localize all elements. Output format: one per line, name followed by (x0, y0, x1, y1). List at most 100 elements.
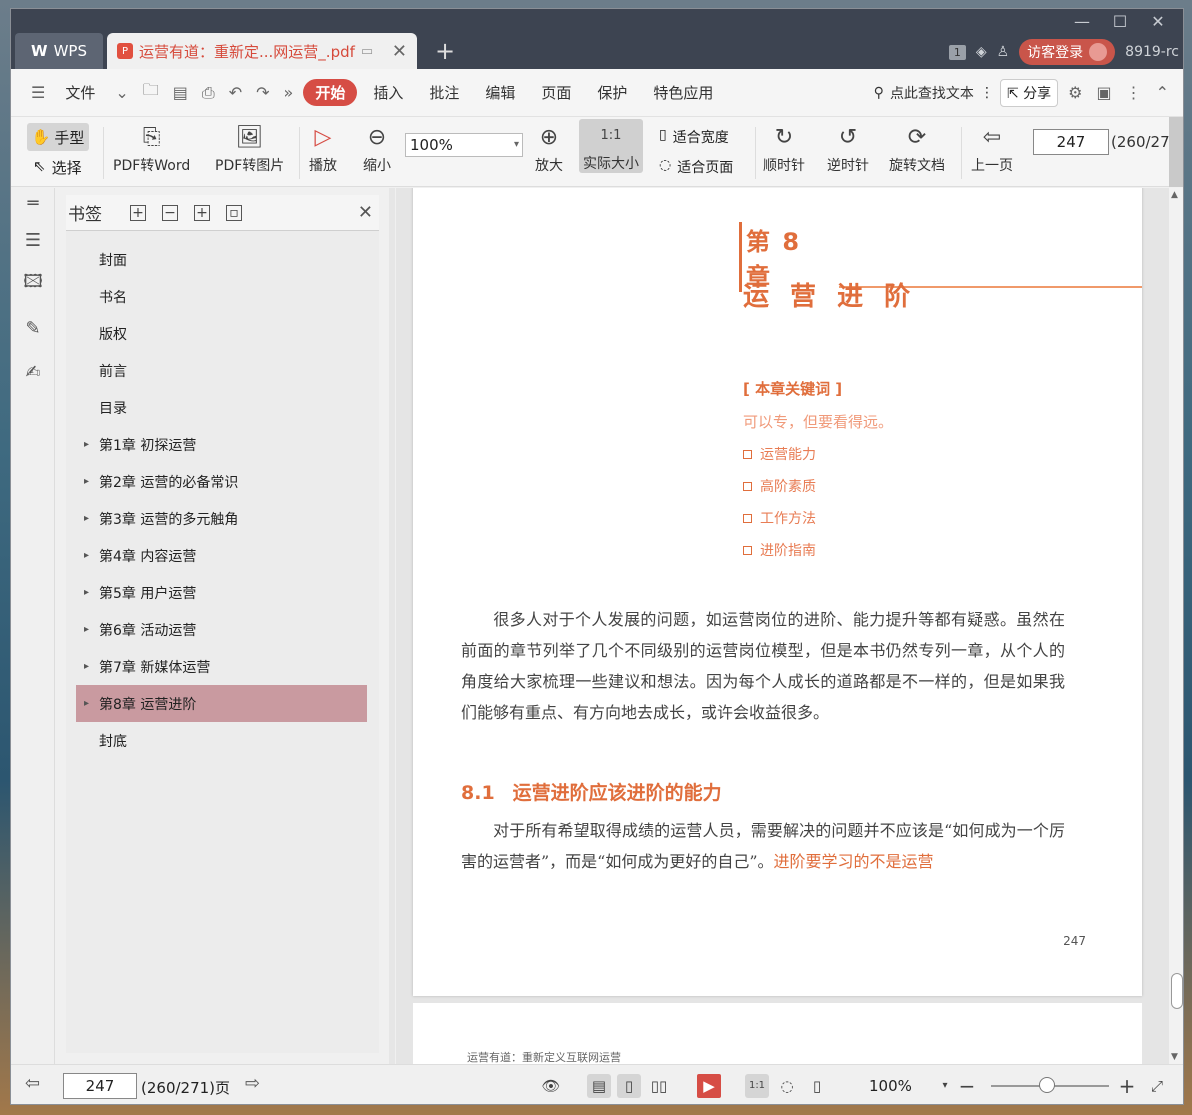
bookmark-item[interactable]: 第3章 运营的多元触角 (76, 500, 367, 537)
zoom-in-button[interactable]: ⊕ 放大 (535, 121, 563, 175)
separator (299, 127, 300, 179)
document-tab[interactable]: P 运营有道：重新定...网运营_.pdf ▭ ✕ (107, 33, 417, 69)
page-number-input[interactable]: 247 (1033, 129, 1109, 155)
new-tab-button[interactable]: + (435, 37, 455, 65)
add-bookmark-icon[interactable]: + (194, 204, 210, 221)
collapse-handle-icon[interactable]: ═ (11, 188, 55, 218)
zoom-in-icon[interactable]: + (1115, 1074, 1139, 1098)
hamburger-icon[interactable]: ☰ (27, 83, 49, 102)
close-window-icon[interactable]: ✕ (1139, 11, 1177, 33)
chevron-down-icon[interactable]: ⌄ (111, 83, 132, 102)
skin-icon[interactable]: ♙ (997, 44, 1010, 60)
theme-icon[interactable]: ◈ (976, 44, 987, 60)
rotate-document-button[interactable]: ⟳ 旋转文档 (889, 121, 945, 175)
pdf-to-image-button[interactable]: 🖼 PDF转图片 (215, 121, 284, 175)
menu-file[interactable]: 文件 (55, 82, 105, 103)
menu-annotate[interactable]: 批注 (419, 82, 469, 103)
scroll-thumb[interactable] (1171, 973, 1183, 1009)
fit-page-icon[interactable]: ◌ (775, 1074, 799, 1098)
arrow-right-icon[interactable]: ⇨ (245, 1073, 260, 1094)
annotation-icon[interactable]: ✎ (11, 306, 55, 350)
select-tool-button[interactable]: ⇖ 选择 (33, 157, 82, 178)
fullscreen-icon[interactable]: ⤢ (1145, 1074, 1169, 1098)
bookmark-item[interactable]: 目录 (76, 389, 367, 426)
menu-insert[interactable]: 插入 (363, 82, 413, 103)
undo-icon[interactable]: ↶ (225, 83, 246, 102)
comment-icon[interactable]: ▣ (1092, 83, 1115, 102)
collapse-all-icon[interactable]: − (162, 204, 178, 221)
zoom-slider-knob[interactable] (1039, 1077, 1055, 1093)
menu-start[interactable]: 开始 (303, 79, 358, 106)
rotate-clockwise-button[interactable]: ↻ 顺时针 (763, 121, 805, 175)
minimize-icon[interactable]: — (1063, 11, 1101, 33)
pdf-to-word-button[interactable]: ⎘ PDF转Word (113, 121, 190, 175)
document-scrollbar[interactable]: ▲ ▼ (1169, 188, 1183, 1064)
bookmark-item[interactable]: 第5章 用户运营 (76, 574, 367, 611)
monitor-icon[interactable]: ▭ (361, 44, 373, 59)
bookmark-icon[interactable]: ▫ (226, 204, 242, 221)
panel-divider[interactable] (389, 188, 395, 1064)
rotate-counterclockwise-button[interactable]: ↺ 逆时针 (827, 121, 869, 175)
open-folder-icon[interactable]: 🗀 (139, 79, 163, 106)
close-tab-icon[interactable]: ✕ (392, 41, 407, 62)
wps-home-tab[interactable]: W WPS (15, 33, 103, 69)
bookmark-item[interactable]: 第6章 活动运营 (76, 611, 367, 648)
menu-features[interactable]: 特色应用 (643, 82, 723, 103)
window-count-badge[interactable]: 1 (948, 44, 966, 60)
login-button[interactable]: 访客登录 (1019, 39, 1116, 65)
sign-icon[interactable]: ✍ (11, 350, 55, 394)
share-button[interactable]: ⇱ 分享 (999, 78, 1059, 107)
scroll-down-icon[interactable]: ▼ (1171, 1052, 1178, 1062)
bookmark-item[interactable]: 封面 (76, 241, 367, 278)
zoom-dropdown-icon[interactable]: ▾ (933, 1074, 957, 1098)
print-icon[interactable]: ⎙ (198, 83, 219, 103)
save-icon[interactable]: ▤ (169, 83, 192, 102)
eye-icon[interactable]: 👁 (539, 1074, 563, 1098)
zoom-select[interactable]: 100% (405, 133, 523, 157)
collapse-ribbon-icon[interactable]: ⌃ (1152, 83, 1173, 102)
close-panel-icon[interactable]: ✕ (358, 202, 373, 223)
previous-page-button[interactable]: ⇦ 上一页 (971, 121, 1013, 175)
bookmark-item-selected[interactable]: 第8章 运营进阶 (76, 685, 367, 722)
bookmark-item[interactable]: 封底 (76, 722, 367, 759)
maximize-icon[interactable]: ☐ (1101, 11, 1139, 33)
expand-all-icon[interactable]: + (130, 204, 146, 221)
document-view[interactable]: 第 8 章 运 营 进 阶 [ 本章关键词 ] 可以专，但要看得远。 运营能力 … (396, 188, 1171, 1064)
find-text-button[interactable]: ⚲ 点此查找文本 ⋮ (874, 83, 994, 103)
fit-width-button[interactable]: ▯ 适合宽度 (659, 127, 729, 147)
gear-icon[interactable]: ⚙ (1064, 83, 1086, 102)
bookmark-item[interactable]: 书名 (76, 278, 367, 315)
toolbar-scroll-right[interactable] (1169, 117, 1183, 187)
status-page-input[interactable]: 247 (63, 1073, 137, 1099)
zoom-out-button[interactable]: ⊖ 缩小 (363, 121, 391, 175)
two-page-icon[interactable]: ▯▯ (647, 1074, 671, 1098)
bookmark-item[interactable]: 第2章 运营的必备常识 (76, 463, 367, 500)
actual-size-button[interactable]: 1:1 实际大小 (579, 119, 643, 173)
hand-tool-button[interactable]: ✋ 手型 (27, 123, 89, 151)
separator (103, 127, 104, 179)
menu-protect[interactable]: 保护 (587, 82, 637, 103)
bookmark-list-icon[interactable]: ☰ (11, 218, 55, 262)
play-button[interactable]: ▷ 播放 (309, 121, 337, 175)
thumbnail-icon[interactable]: 🖾 (11, 262, 55, 306)
bookmark-item[interactable]: 第1章 初探运营 (76, 426, 367, 463)
fit-page-button[interactable]: ◌ 适合页面 (659, 157, 733, 177)
more-vertical-icon[interactable]: ⋮ (1122, 83, 1146, 102)
bookmark-item[interactable]: 版权 (76, 315, 367, 352)
more-icon[interactable]: » (280, 83, 298, 102)
bookmark-item[interactable]: 第7章 新媒体运营 (76, 648, 367, 685)
bookmark-item[interactable]: 第4章 内容运营 (76, 537, 367, 574)
zoom-out-icon[interactable]: − (955, 1074, 979, 1098)
scroll-up-icon[interactable]: ▲ (1171, 190, 1178, 200)
menu-edit[interactable]: 编辑 (475, 82, 525, 103)
continuous-view-icon[interactable]: ▤ (587, 1074, 611, 1098)
arrow-left-icon[interactable]: ⇦ (25, 1073, 40, 1094)
menu-page[interactable]: 页面 (531, 82, 581, 103)
bookmark-item[interactable]: 前言 (76, 352, 367, 389)
play-icon[interactable]: ▶ (697, 1074, 721, 1098)
redo-icon[interactable]: ↷ (252, 83, 273, 102)
single-page-icon[interactable]: ▯ (617, 1074, 641, 1098)
fit-width-icon[interactable]: ▯ (805, 1074, 829, 1098)
actual-size-icon[interactable]: 1:1 (745, 1074, 769, 1098)
status-zoom[interactable]: 100% (869, 1077, 912, 1095)
